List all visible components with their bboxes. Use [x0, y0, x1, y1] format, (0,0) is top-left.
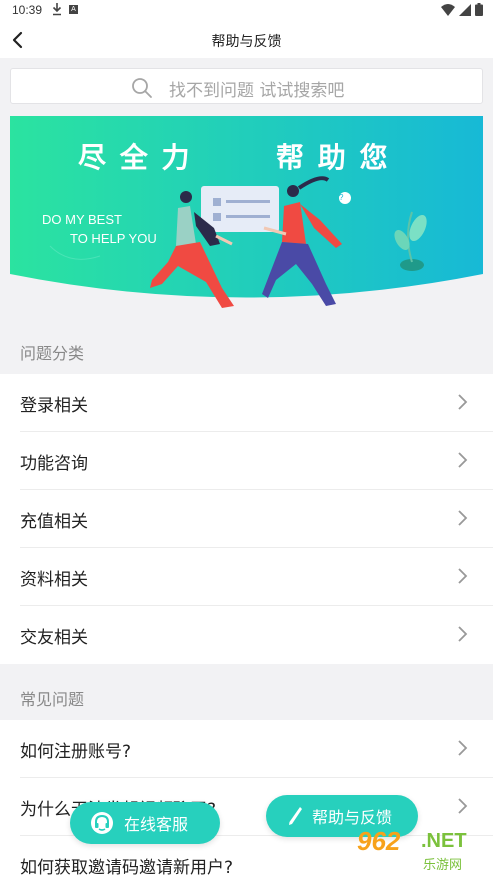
- category-item-label: 功能咨询: [20, 449, 88, 474]
- headset-icon: [90, 811, 114, 835]
- chevron-right-icon: [457, 625, 469, 643]
- help-banner: 尽 全 力 帮 助 您 DO MY BEST TO HELP YOU ?: [10, 116, 483, 316]
- status-time: 10:39: [12, 3, 42, 17]
- chevron-right-icon: [457, 797, 469, 815]
- search-icon: [131, 77, 153, 99]
- category-item-label: 充值相关: [20, 507, 88, 532]
- chevron-right-icon: [457, 567, 469, 585]
- watermark-net: .NET: [421, 830, 467, 853]
- app-notification-icon: A: [69, 5, 78, 14]
- category-item-friends[interactable]: 交友相关: [0, 606, 493, 664]
- banner-subtitle-line1: DO MY BEST: [42, 212, 122, 227]
- faq-title: 常见问题: [20, 686, 84, 710]
- category-item-recharge[interactable]: 充值相关: [0, 490, 493, 548]
- wifi-icon: [441, 4, 455, 16]
- chevron-right-icon: [457, 509, 469, 527]
- category-item-label: 资料相关: [20, 565, 88, 590]
- category-item-profile[interactable]: 资料相关: [0, 548, 493, 606]
- chevron-right-icon: [457, 739, 469, 757]
- page-title: 帮助与反馈: [0, 31, 493, 51]
- app-header: 帮助与反馈: [0, 22, 493, 58]
- watermark-logo: 962 .NET 乐游网: [357, 826, 487, 874]
- faq-item-label: 如何注册账号?: [20, 737, 131, 762]
- system-icons: [441, 3, 483, 16]
- chevron-right-icon: [457, 393, 469, 411]
- faq-item-register[interactable]: 如何注册账号?: [0, 720, 493, 778]
- category-item-login[interactable]: 登录相关: [0, 374, 493, 432]
- status-bar: 10:39 A: [0, 0, 493, 22]
- chevron-right-icon: [457, 451, 469, 469]
- search-area: 找不到问题 试试搜索吧: [0, 58, 493, 116]
- banner-subtitle-line2: TO HELP YOU: [70, 231, 157, 246]
- signal-icon: [459, 4, 471, 16]
- banner-title-left: 尽 全 力: [78, 136, 192, 176]
- download-icon: [52, 2, 62, 19]
- pencil-icon: [286, 805, 304, 827]
- question-mark-bubble: ?: [339, 193, 343, 202]
- faq-item-label: 如何获取邀请码邀请新用户?: [20, 853, 233, 878]
- help-feedback-label: 帮助与反馈: [312, 804, 392, 828]
- category-item-label: 登录相关: [20, 391, 88, 416]
- categories-title: 问题分类: [20, 340, 84, 364]
- category-item-label: 交友相关: [20, 623, 88, 648]
- battery-icon: [475, 3, 483, 16]
- online-service-button[interactable]: 在线客服: [70, 802, 220, 844]
- banner-title-right: 帮 助 您: [276, 136, 390, 176]
- online-service-label: 在线客服: [124, 811, 188, 835]
- watermark-962: 962: [357, 826, 400, 857]
- watermark-cn: 乐游网: [423, 854, 462, 873]
- search-placeholder: 找不到问题 试试搜索吧: [169, 76, 344, 101]
- search-input[interactable]: 找不到问题 试试搜索吧: [10, 68, 483, 104]
- category-item-features[interactable]: 功能咨询: [0, 432, 493, 490]
